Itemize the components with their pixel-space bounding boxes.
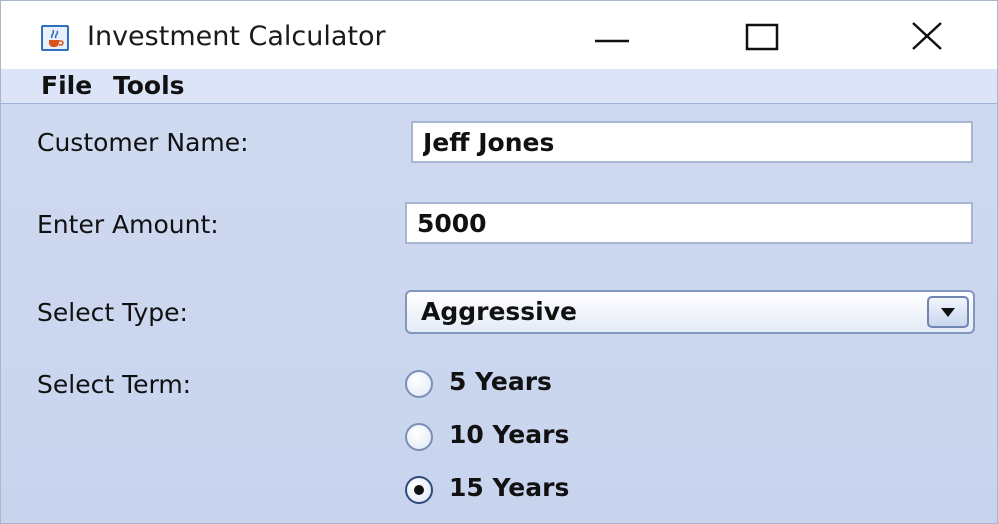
radio-button-icon[interactable] [405,423,433,451]
amount-input[interactable] [405,202,973,244]
term-option-label: 15 Years [449,473,570,502]
term-option-10-years[interactable]: 10 Years [405,417,665,457]
java-cup-icon [41,25,69,51]
investment-calculator-window: Investment Calculator File Tools Custome… [0,0,998,524]
menu-tools[interactable]: Tools [113,71,185,100]
term-option-label: 5 Years [449,367,552,396]
term-option-5-years[interactable]: 5 Years [405,364,665,404]
menu-bar: File Tools [1,69,997,104]
close-icon [912,22,942,50]
type-label: Select Type: [37,298,188,327]
chevron-down-icon [941,308,955,317]
type-select-value: Aggressive [421,297,578,326]
minimize-icon [595,39,629,43]
customer-name-input[interactable] [411,121,973,163]
maximize-icon [745,23,779,51]
amount-label: Enter Amount: [37,210,219,239]
type-select[interactable]: Aggressive [405,290,975,334]
form-panel: Customer Name: Enter Amount: Select Type… [1,104,997,523]
term-option-15-years[interactable]: 15 Years [405,470,665,510]
title-bar[interactable]: Investment Calculator [1,1,997,69]
minimize-button[interactable] [557,1,667,69]
close-button[interactable] [873,1,983,69]
dropdown-arrow-button[interactable] [927,296,969,328]
window-title: Investment Calculator [87,21,386,52]
radio-dot [414,485,424,495]
radio-button-icon[interactable] [405,370,433,398]
term-label: Select Term: [37,370,192,399]
term-option-label: 10 Years [449,420,570,449]
maximize-button[interactable] [711,1,821,69]
radio-button-selected-icon[interactable] [405,476,433,504]
menu-file[interactable]: File [41,71,92,100]
customer-name-label: Customer Name: [37,128,249,157]
